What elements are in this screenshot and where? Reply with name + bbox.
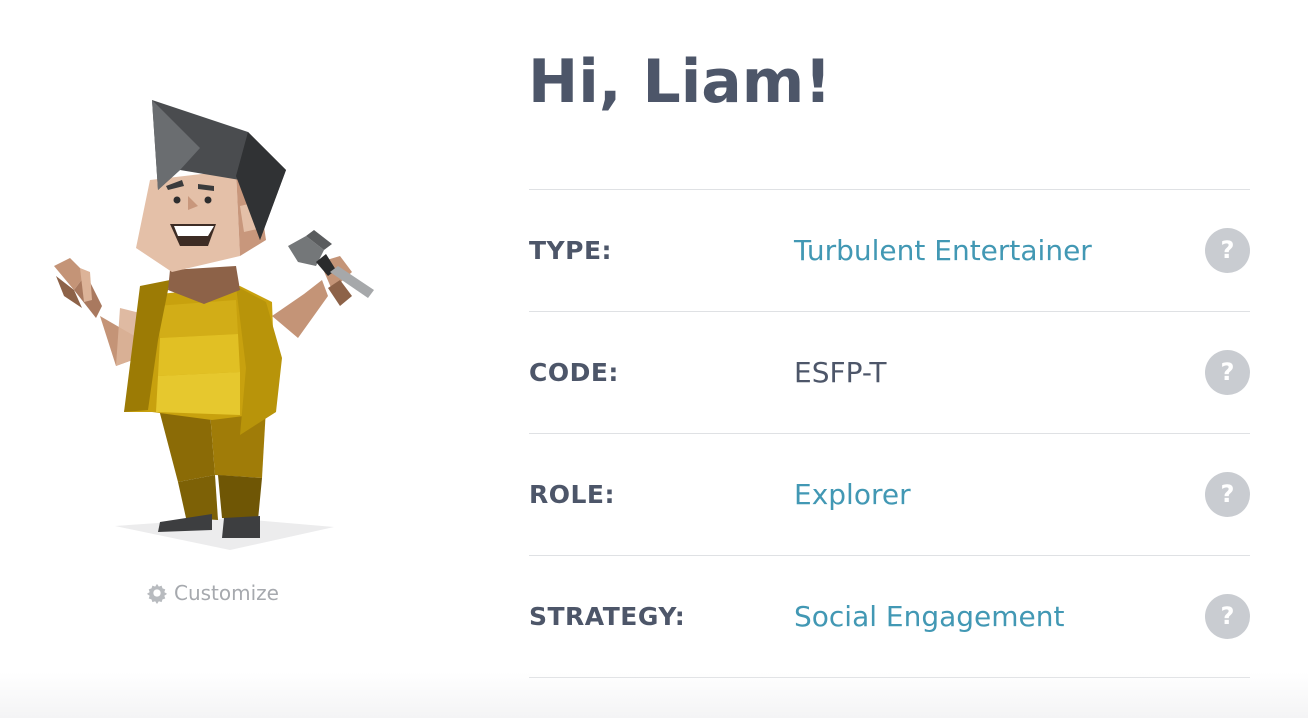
help-icon[interactable]: ? [1205,350,1250,395]
help-icon[interactable]: ? [1205,472,1250,517]
profile-row-type: TYPE: Turbulent Entertainer ? [529,190,1250,312]
gear-icon [146,583,168,604]
bottom-fade [0,672,1308,718]
customize-button[interactable]: Customize [146,581,279,605]
row-label: CODE: [529,358,619,387]
entertainer-avatar-icon [54,100,374,550]
row-label: TYPE: [529,236,613,265]
type-value-link[interactable]: Turbulent Entertainer [794,190,1092,311]
strategy-value-link[interactable]: Social Engagement [794,556,1065,677]
personality-profile-table: TYPE: Turbulent Entertainer ? CODE: ESFP… [529,189,1250,678]
row-label: ROLE: [529,480,616,509]
profile-row-code: CODE: ESFP-T ? [529,312,1250,434]
profile-row-role: ROLE: Explorer ? [529,434,1250,556]
code-value: ESFP-T [794,356,887,389]
help-icon[interactable]: ? [1205,228,1250,273]
profile-row-strategy: STRATEGY: Social Engagement ? [529,556,1250,678]
page-title: Hi, Liam! [528,47,832,117]
customize-label: Customize [174,581,279,605]
role-value-link[interactable]: Explorer [794,434,911,555]
help-icon[interactable]: ? [1205,594,1250,639]
avatar [40,90,390,560]
row-label: STRATEGY: [529,602,686,631]
